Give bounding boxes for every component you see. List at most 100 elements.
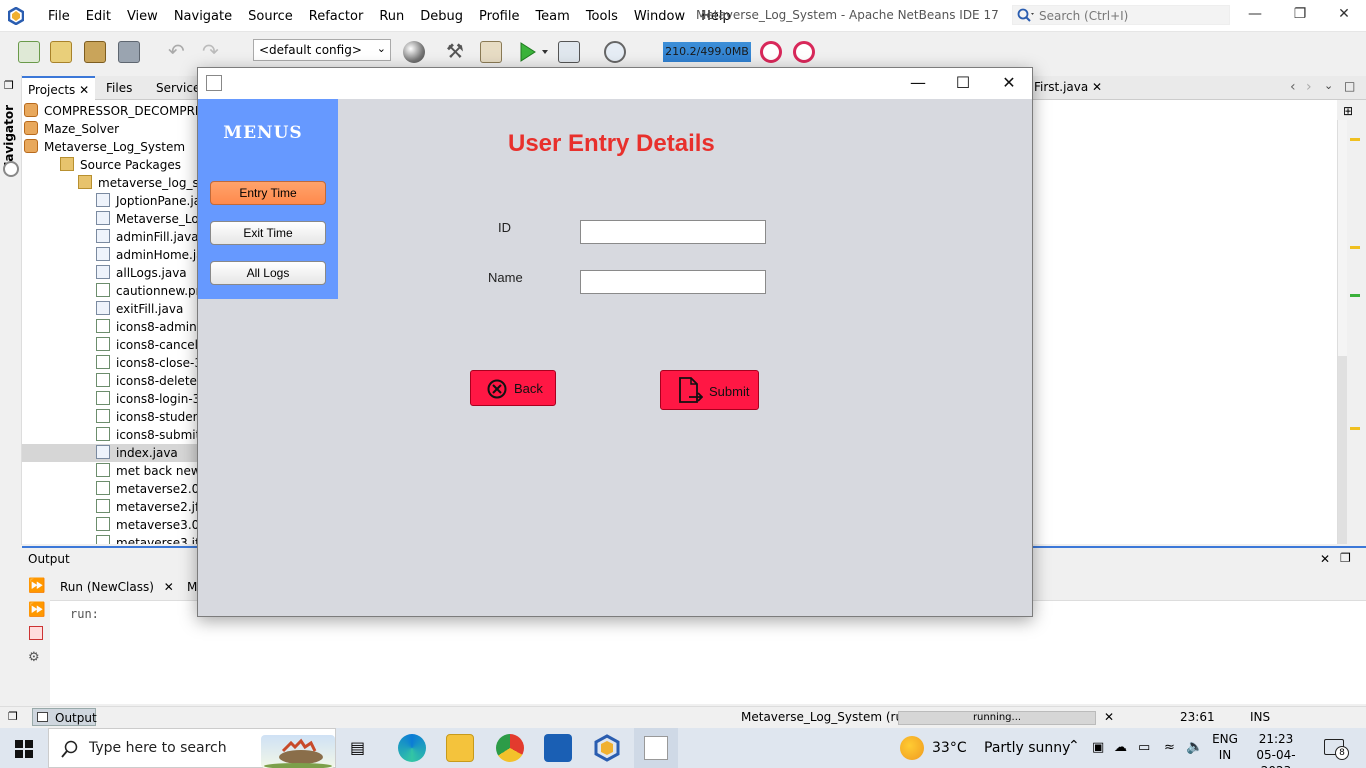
tab-run-newclass[interactable]: Run (NewClass) ✕ [60,580,174,594]
debug-project-icon[interactable] [558,41,580,63]
weather-temp[interactable]: 33°C [932,740,967,756]
menu-navigate[interactable]: Navigate [166,9,240,24]
edge-icon[interactable] [398,734,426,762]
id-input[interactable] [580,220,766,244]
redo-icon[interactable]: ↷ [202,41,224,63]
tree-item[interactable]: metaverse3.jfif [22,534,198,544]
run-project-icon[interactable] [518,41,548,63]
tab-projects[interactable]: Projects ✕ [22,76,96,100]
ide-search-input[interactable]: Search (Ctrl+I) [1012,5,1230,25]
windows-start-icon[interactable] [15,740,33,758]
display-icon[interactable]: ▭ [1138,740,1150,755]
name-input[interactable] [580,270,766,294]
tree-item[interactable]: icons8-cancel-24.png [22,336,198,354]
editor-content[interactable] [1032,100,1337,544]
menu-file[interactable]: File [40,9,78,24]
tree-item[interactable]: adminFill.java [22,228,198,246]
navigator-circle-icon[interactable] [3,161,19,177]
undo-icon[interactable]: ↶ [168,41,190,63]
rerun-with-params-icon[interactable]: ⏩ [28,602,45,618]
chevron-left-icon[interactable]: ‹ [1290,79,1296,95]
menu-run[interactable]: Run [371,9,412,24]
close-icon[interactable]: ✕ [1320,552,1330,566]
output-toggle-button[interactable]: Output [32,708,97,726]
gc-icon[interactable] [760,41,782,63]
tree-item[interactable]: adminHome.java [22,246,198,264]
close-icon[interactable]: ✕ [79,83,89,97]
chevron-right-icon[interactable]: › [1306,79,1312,95]
store-icon[interactable] [544,734,572,762]
submit-button[interactable]: Submit [660,370,759,410]
task-view-icon[interactable]: ▤ [350,738,365,757]
file-explorer-icon[interactable] [446,734,474,762]
close-icon[interactable]: ✕ [1092,80,1102,94]
tree-item[interactable]: Source Packages [22,156,181,174]
tree-item[interactable]: metaverse3.0.jpg [22,516,198,534]
restore-window-icon[interactable]: ❐ [8,710,18,723]
save-all-icon[interactable] [118,41,140,63]
ok-mark[interactable] [1350,294,1360,297]
tree-item[interactable]: icons8-login-30.png [22,390,198,408]
java-app-taskbar-button[interactable] [634,728,678,768]
close-icon[interactable]: ✕ [986,71,1032,95]
menu-team[interactable]: Team [527,9,577,24]
scroll-thumb[interactable] [1338,356,1347,544]
menu-window[interactable]: Window [626,9,693,24]
new-project-icon[interactable] [50,41,72,63]
chevron-down-icon[interactable]: ⌄ [1324,79,1333,92]
tree-item[interactable]: Maze_Solver [22,120,119,138]
menu-tools[interactable]: Tools [578,9,626,24]
restore-window-icon[interactable]: ❐ [4,79,14,92]
open-project-icon[interactable] [84,41,106,63]
taskbar-search-box[interactable]: Type here to search [48,728,336,768]
globe-icon[interactable] [403,41,425,63]
config-select[interactable]: <default config> ⌄ [253,39,391,61]
weather-text[interactable]: Partly sunny [984,740,1070,756]
tree-item[interactable]: metaverse2.jfif [22,498,198,516]
entry-time-button[interactable]: Entry Time [210,181,326,205]
tree-item[interactable]: metaverse2.0.jpg [22,480,198,498]
tree-item[interactable]: metaverse_log_system [22,174,198,192]
close-icon[interactable]: ✕ [1332,6,1356,22]
warning-mark[interactable] [1350,138,1360,141]
menu-view[interactable]: View [119,9,166,24]
tab-second-output[interactable]: M [187,580,197,594]
tree-item[interactable]: icons8-admin-settings [22,318,198,336]
warning-mark[interactable] [1350,427,1360,430]
exit-time-button[interactable]: Exit Time [210,221,326,245]
tab-files[interactable]: Files [100,76,138,100]
settings-icon[interactable]: ⚙ [28,650,40,665]
tree-item[interactable]: COMPRESSOR_DECOMPRESSOR [22,102,198,120]
restore-window-icon[interactable]: ❐ [1340,551,1351,565]
close-icon[interactable]: ✕ [164,580,174,594]
notification-icon[interactable]: 8 [1324,739,1349,760]
volume-icon[interactable]: 🔈 [1186,739,1203,755]
chevron-up-icon[interactable]: ⌃ [1068,738,1080,754]
stop-icon[interactable] [29,626,43,640]
close-icon[interactable]: ✕ [1104,710,1114,724]
maximize-icon[interactable]: ☐ [940,71,986,95]
restore-icon[interactable]: ❐ [1288,6,1312,22]
gc-icon-2[interactable] [793,41,815,63]
minimize-icon[interactable]: — [895,71,941,95]
memory-usage-bar[interactable]: 210.2/499.0MB [663,42,751,62]
tree-item[interactable]: met back new.jpg [22,462,198,480]
menu-refactor[interactable]: Refactor [301,9,372,24]
menu-edit[interactable]: Edit [78,9,119,24]
menu-profile[interactable]: Profile [471,9,527,24]
tree-item[interactable]: Metaverse_Log_System [22,138,185,156]
tree-item[interactable]: icons8-submit-document [22,426,198,444]
wifi-icon[interactable]: ≈ [1164,740,1175,755]
menu-debug[interactable]: Debug [412,9,471,24]
tree-item[interactable]: index.java [22,444,198,462]
new-file-icon[interactable] [18,41,40,63]
back-button[interactable]: Back [470,370,556,406]
taskbar-clock[interactable]: 21:23 05-04-2023 [1254,731,1298,768]
editor-scrollbar[interactable] [1337,120,1347,544]
tree-item[interactable]: icons8-student.png [22,408,198,426]
chrome-icon[interactable] [496,734,524,762]
tree-item[interactable]: exitFill.java [22,300,183,318]
menu-source[interactable]: Source [240,9,301,24]
tree-item[interactable]: Metaverse_Log_System.java [22,210,198,228]
tree-item[interactable]: icons8-close-30.png [22,354,198,372]
